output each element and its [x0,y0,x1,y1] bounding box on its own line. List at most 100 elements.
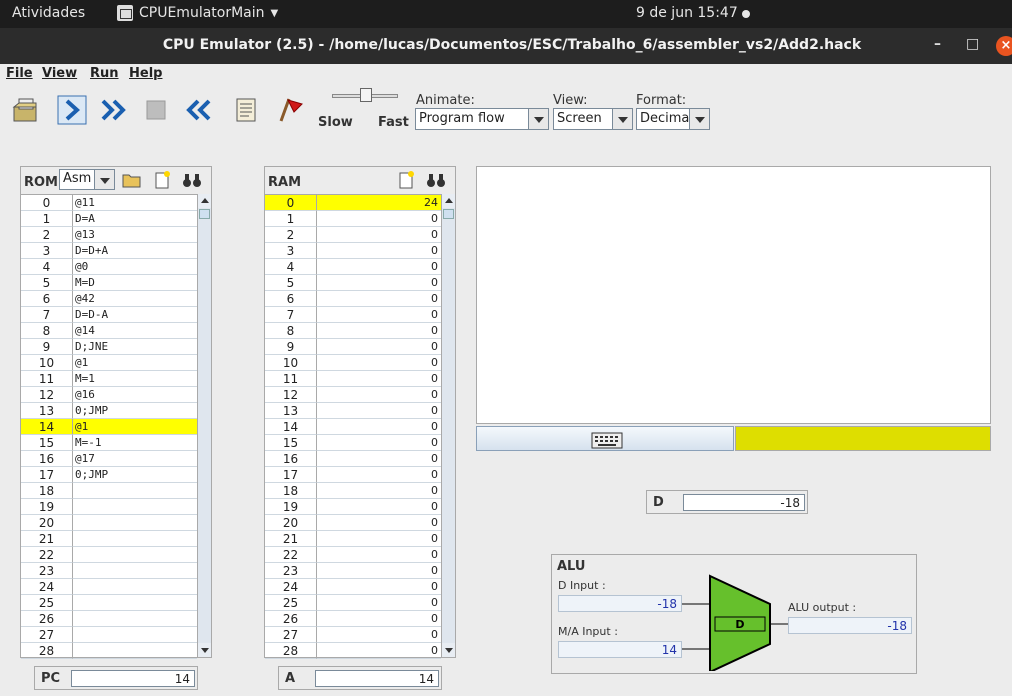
instruction-cell[interactable]: @11 [73,195,197,211]
table-row[interactable]: 60 [265,291,441,307]
table-row[interactable]: 17 0;JMP [21,467,197,483]
value-cell[interactable]: 0 [317,403,441,419]
instruction-cell[interactable]: M=-1 [73,435,197,451]
table-row[interactable]: 18 0 [265,483,441,499]
table-row[interactable]: 6 @42 [21,291,197,307]
instruction-cell[interactable]: @16 [73,387,197,403]
table-row[interactable]: 20 [265,227,441,243]
instruction-cell[interactable]: D=D+A [73,243,197,259]
instruction-cell[interactable]: M=D [73,275,197,291]
table-row[interactable]: 27 [21,627,197,643]
table-row[interactable]: 14 0 [265,419,441,435]
value-cell[interactable]: 0 [317,323,441,339]
value-cell[interactable]: 0 [317,387,441,403]
table-row[interactable]: 14 @1 [21,419,197,435]
table-row[interactable]: 0 24 [265,195,441,211]
activities-button[interactable]: Atividades [12,5,85,21]
table-row[interactable]: 26 0 [265,611,441,627]
reset-button[interactable] [180,92,216,128]
value-cell[interactable]: 0 [317,227,441,243]
value-cell[interactable]: 0 [317,371,441,387]
value-cell[interactable]: 0 [317,579,441,595]
table-row[interactable]: 25 [21,595,197,611]
value-cell[interactable]: 0 [317,291,441,307]
instruction-cell[interactable] [73,547,197,563]
a-value[interactable]: 14 [315,670,439,687]
table-row[interactable]: 0 @11 [21,195,197,211]
table-row[interactable]: 25 0 [265,595,441,611]
value-cell[interactable]: 0 [317,243,441,259]
instruction-cell[interactable] [73,595,197,611]
table-row[interactable]: 3 D=D+A [21,243,197,259]
instruction-cell[interactable] [73,627,197,643]
open-folder-icon[interactable] [121,170,143,190]
table-row[interactable]: 8 @14 [21,323,197,339]
d-value[interactable]: -18 [683,494,805,511]
table-row[interactable]: 24 0 [265,579,441,595]
scroll-down-icon[interactable] [198,643,211,657]
instruction-cell[interactable] [73,579,197,595]
instruction-cell[interactable]: @0 [73,259,197,275]
format-select[interactable]: Decimal [636,108,710,130]
single-step-button[interactable] [54,92,90,128]
rom-format-select[interactable]: Asm [59,169,115,190]
table-row[interactable]: 50 [265,275,441,291]
table-row[interactable]: 16 @17 [21,451,197,467]
table-row[interactable]: 12 0 [265,387,441,403]
instruction-cell[interactable] [73,643,197,659]
table-row[interactable]: 9 D;JNE [21,339,197,355]
instruction-cell[interactable]: D=D-A [73,307,197,323]
value-cell[interactable]: 0 [317,595,441,611]
speed-slider[interactable] [332,88,402,106]
rom-table[interactable]: 0 @11 1 D=A 2 @13 3 D=D+A 4 @0 5 M=D 6 @42 7 D=D-A 8 @14 9… [21,194,197,659]
table-row[interactable]: 20 [21,515,197,531]
instruction-cell[interactable]: @1 [73,355,197,371]
menu-run[interactable]: Run [90,66,119,81]
table-row[interactable]: 19 [21,499,197,515]
keyboard-button[interactable] [476,426,734,451]
value-cell[interactable]: 0 [317,419,441,435]
value-cell[interactable]: 0 [317,467,441,483]
table-row[interactable]: 22 [21,547,197,563]
animate-select[interactable]: Program flow [415,108,549,130]
ram-scrollbar[interactable] [441,194,455,657]
new-document-icon[interactable] [151,170,173,190]
load-program-button[interactable] [8,92,44,128]
table-row[interactable]: 40 [265,259,441,275]
value-cell[interactable]: 0 [317,259,441,275]
table-row[interactable]: 15 0 [265,435,441,451]
table-row[interactable]: 28 0 [265,643,441,659]
maximize-button[interactable]: □ [966,36,979,52]
table-row[interactable]: 10 @1 [21,355,197,371]
table-row[interactable]: 7 D=D-A [21,307,197,323]
clock[interactable]: 9 de jun 15:47 [636,5,738,21]
table-row[interactable]: 20 0 [265,515,441,531]
instruction-cell[interactable]: 0;JMP [73,403,197,419]
table-row[interactable]: 10 [265,211,441,227]
value-cell[interactable]: 0 [317,611,441,627]
instruction-cell[interactable]: D;JNE [73,339,197,355]
run-button[interactable] [96,92,132,128]
table-row[interactable]: 26 [21,611,197,627]
value-cell[interactable]: 0 [317,515,441,531]
value-cell[interactable]: 0 [317,435,441,451]
breakpoint-button[interactable] [272,92,308,128]
table-row[interactable]: 4 @0 [21,259,197,275]
instruction-cell[interactable] [73,611,197,627]
table-row[interactable]: 70 [265,307,441,323]
instruction-cell[interactable]: @42 [73,291,197,307]
scroll-up-icon[interactable] [198,194,211,208]
table-row[interactable]: 23 [21,563,197,579]
table-row[interactable]: 11 M=1 [21,371,197,387]
scroll-down-icon[interactable] [442,643,455,657]
value-cell[interactable]: 0 [317,483,441,499]
app-menu[interactable]: CPUEmulatorMain ▼ [117,5,278,21]
table-row[interactable]: 30 [265,243,441,259]
instruction-cell[interactable] [73,531,197,547]
slider-thumb[interactable] [360,88,372,102]
value-cell[interactable]: 0 [317,563,441,579]
stop-button[interactable] [138,92,174,128]
table-row[interactable]: 2 @13 [21,227,197,243]
scroll-thumb[interactable] [199,209,210,219]
instruction-cell[interactable] [73,499,197,515]
